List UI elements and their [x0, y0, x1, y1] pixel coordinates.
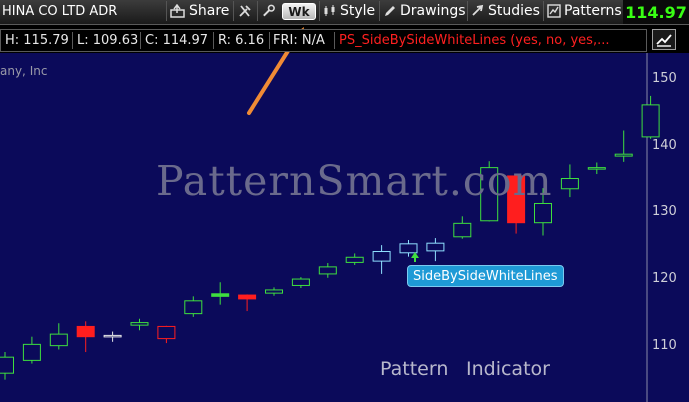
candle-body [345, 256, 364, 263]
symbol-description: HINA CO LTD ADR [2, 4, 118, 19]
wrench-icon [263, 4, 275, 17]
candle-body [291, 278, 310, 286]
candle-body [184, 300, 203, 315]
chart-settings-button[interactable] [652, 29, 676, 50]
info-bar: H: 115.79 L: 109.63 C: 114.97 R: 6.16 FR… [0, 29, 647, 52]
candle-body [157, 325, 176, 340]
price-tick-label: 150 [652, 71, 677, 86]
candle-body [211, 293, 230, 297]
high-value: H: 115.79 [5, 33, 69, 48]
candle-body [130, 322, 149, 326]
share-icon [170, 4, 185, 18]
patterns-label: Patterns [564, 3, 622, 19]
patterns-icon [547, 4, 561, 18]
candle-body [265, 289, 283, 294]
tools-button[interactable] [233, 1, 257, 21]
candle-body [587, 167, 606, 170]
study-label[interactable]: PS_SideBySideWhiteLines (yes, no, yes,..… [339, 33, 609, 48]
candle-body [238, 294, 257, 300]
chart-background [0, 53, 647, 402]
studies-button[interactable]: Studies [467, 1, 541, 21]
candle-body [641, 104, 660, 138]
candle-body [614, 153, 633, 157]
candle-body [318, 266, 337, 275]
style-label: Style [340, 3, 376, 19]
watermark: PatternSmart.com [156, 157, 553, 205]
caption-pattern: Pattern [380, 358, 449, 380]
candle-body [560, 178, 579, 190]
candle-body [76, 325, 95, 338]
price-tick-label: 120 [652, 271, 677, 286]
info-divider [72, 32, 73, 49]
info-divider [213, 32, 214, 49]
info-divider [140, 32, 141, 49]
candle-body [103, 334, 122, 338]
candle-body [372, 251, 391, 262]
candle-body [0, 356, 14, 374]
fri-value: FRI: N/A [273, 33, 325, 48]
candle-body [534, 202, 552, 224]
range-value: R: 6.16 [218, 33, 265, 48]
info-divider [334, 32, 335, 49]
share-button[interactable]: Share [166, 1, 233, 21]
drawings-button[interactable]: Drawings [379, 1, 467, 21]
company-name-fragment: any, Inc [0, 64, 48, 78]
close-value: C: 114.97 [145, 33, 209, 48]
style-button[interactable]: Style [319, 1, 377, 21]
candle-body [426, 242, 445, 252]
patterns-button[interactable]: Patterns [543, 1, 623, 21]
pattern-tag[interactable]: SideBySideWhiteLines [407, 265, 564, 287]
studies-label: Studies [488, 3, 540, 19]
drawings-label: Drawings [400, 3, 466, 19]
candle-body [399, 243, 418, 254]
studies-icon [472, 4, 484, 16]
low-value: L: 109.63 [77, 33, 139, 48]
candle-body [49, 333, 68, 347]
caption-indicator: Indicator [466, 358, 550, 380]
drawings-icon [385, 6, 395, 16]
price-tick-label: 130 [652, 204, 677, 219]
chart-settings-icon [656, 34, 672, 47]
toolbar: HINA CO LTD ADR Share Wk Style Drawings … [0, 0, 689, 25]
candle-body [453, 222, 472, 238]
tools-icon [239, 5, 251, 17]
share-label: Share [189, 3, 230, 19]
candle-body [22, 343, 41, 361]
price-tick-label: 110 [652, 338, 677, 353]
style-icon [324, 5, 335, 16]
price-tick-label: 140 [652, 138, 677, 153]
info-divider [269, 32, 270, 49]
wrench-button[interactable] [257, 1, 279, 21]
aggregation-period-button[interactable]: Wk [282, 3, 316, 20]
last-price: 114.97 [623, 0, 689, 24]
